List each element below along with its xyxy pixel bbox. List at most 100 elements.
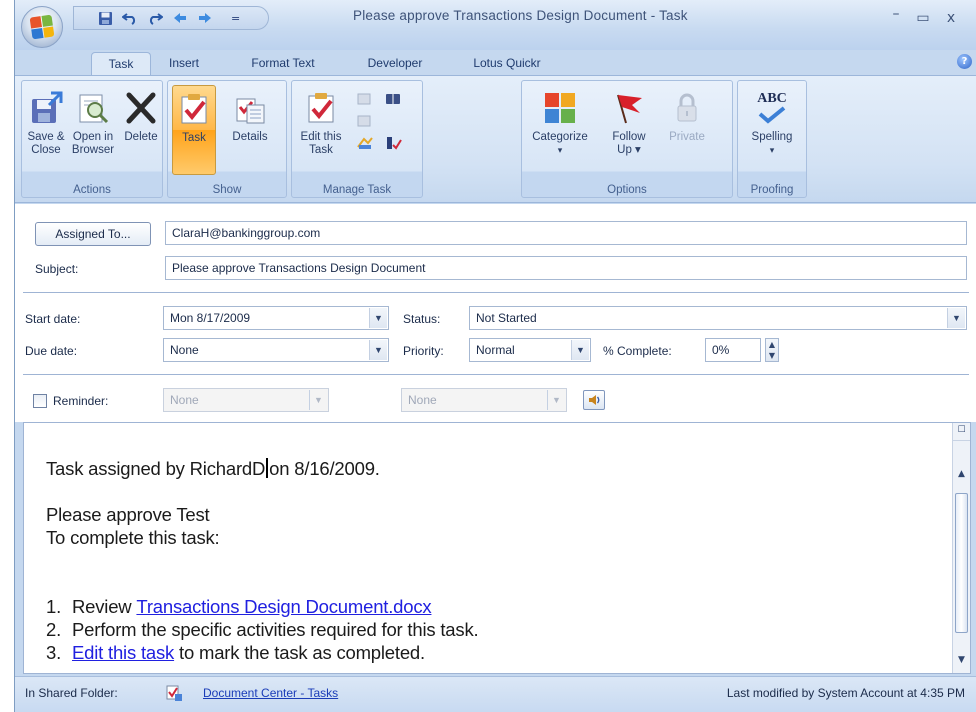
task-body-editor[interactable]: Task assigned by RichardD on 8/16/2009. P… xyxy=(23,422,971,674)
save-close-label-2: Close xyxy=(31,144,61,156)
save-close-button[interactable]: Save & Close xyxy=(24,85,68,175)
save-icon[interactable] xyxy=(96,10,114,26)
tab-lotus-quickr[interactable]: Lotus Quickr xyxy=(461,52,553,76)
assigned-to-button[interactable]: Assigned To... xyxy=(35,222,151,246)
start-date-value: Mon 8/17/2009 xyxy=(170,311,251,325)
sharepoint-list-icon xyxy=(165,684,183,702)
chevron-down-icon[interactable]: ▼ xyxy=(571,340,589,360)
categorize-button[interactable]: Categorize ▾ xyxy=(524,85,596,175)
priority-label: Priority: xyxy=(403,344,444,358)
step-number: 1. xyxy=(46,596,62,617)
edit-this-task-button[interactable]: Edit this Task xyxy=(296,85,346,175)
reminder-date-select[interactable]: None ▼ xyxy=(163,388,329,412)
task-form: Assigned To... ClaraH@bankinggroup.com S… xyxy=(15,204,976,422)
scroll-thumb[interactable] xyxy=(955,493,968,633)
maximize-button[interactable]: ▭ xyxy=(914,10,932,26)
chevron-down-icon[interactable]: ▼ xyxy=(547,390,565,410)
reminder-checkbox[interactable] xyxy=(33,394,47,408)
open-in-browser-button[interactable]: Open in Browser xyxy=(68,85,118,175)
undo-icon[interactable] xyxy=(121,10,139,26)
spelling-abc-text: ABC xyxy=(757,91,787,106)
reminder-date-value: None xyxy=(170,393,199,407)
step-text: Perform the specific activities required… xyxy=(72,619,479,640)
details-button[interactable]: Details xyxy=(220,85,280,175)
shared-folder-label: In Shared Folder: xyxy=(25,686,118,700)
subject-label: Subject: xyxy=(35,262,79,276)
tab-insert[interactable]: Insert xyxy=(155,52,213,76)
save-close-icon xyxy=(27,89,65,127)
assigned-to-field[interactable]: ClaraH@bankinggroup.com xyxy=(165,221,967,245)
chevron-down-icon[interactable]: ▼ xyxy=(947,308,965,328)
shared-folder-link[interactable]: Document Center - Tasks xyxy=(203,686,338,700)
spelling-icon: ABC xyxy=(753,89,791,127)
group-label-manage-task: Manage Task xyxy=(322,184,392,196)
mark-complete-icon[interactable] xyxy=(354,133,376,153)
document-link[interactable]: Transactions Design Document.docx xyxy=(136,595,431,618)
minimize-button[interactable]: – xyxy=(887,6,905,22)
office-button[interactable] xyxy=(21,6,63,48)
open-browser-label-1: Open in xyxy=(72,131,114,143)
categorize-dropdown-arrow: ▾ xyxy=(557,145,563,155)
customize-toolbar-button[interactable]: = xyxy=(231,12,240,25)
ruler-toggle-icon[interactable]: ☐ xyxy=(953,425,970,441)
task-view-button[interactable]: Task xyxy=(172,85,216,175)
edit-task-link[interactable]: Edit this task xyxy=(72,641,174,664)
previous-item-icon[interactable] xyxy=(171,10,189,26)
reminder-sound-button[interactable] xyxy=(583,390,605,410)
due-date-value: None xyxy=(170,343,199,357)
body-line-approve: Please approve Test xyxy=(46,504,210,525)
categorize-label: Categorize xyxy=(532,131,588,143)
task-icon xyxy=(175,90,213,128)
spelling-button[interactable]: ABC Spelling ▾ xyxy=(742,85,802,175)
quick-access-toolbar: = xyxy=(73,6,269,30)
check-names-icon[interactable] xyxy=(382,133,404,153)
group-label-options: Options xyxy=(607,184,647,196)
body-line-assigned-by: Task assigned by RichardD xyxy=(46,458,266,479)
vertical-scrollbar[interactable]: ☐ ▲ ▼ xyxy=(952,423,970,673)
subject-field[interactable]: Please approve Transactions Design Docum… xyxy=(165,256,967,280)
send-status-report-icon[interactable] xyxy=(354,111,376,131)
help-icon[interactable]: ? xyxy=(957,54,972,69)
tab-developer[interactable]: Developer xyxy=(355,52,435,76)
last-modified-text: Last modified by System Account at 4:35 … xyxy=(726,686,965,700)
address-book-icon[interactable] xyxy=(382,89,404,109)
follow-up-button[interactable]: Follow Up ▾ xyxy=(600,85,658,175)
due-date-field[interactable]: None ▼ xyxy=(163,338,389,362)
tab-task[interactable]: Task xyxy=(91,52,151,76)
priority-select[interactable]: Normal ▼ xyxy=(469,338,591,362)
reminder-time-value: None xyxy=(408,393,437,407)
reminder-time-select[interactable]: None ▼ xyxy=(401,388,567,412)
redo-icon[interactable] xyxy=(146,10,164,26)
title-bar: = Please approve Transactions Design Doc… xyxy=(15,0,976,50)
delete-button[interactable]: Delete xyxy=(120,85,162,175)
step-text: to mark the task as completed. xyxy=(174,642,425,663)
assign-task-icon[interactable] xyxy=(354,89,376,109)
private-label: Private xyxy=(669,131,705,143)
chevron-down-icon[interactable]: ▼ xyxy=(369,340,387,360)
scroll-down-arrow[interactable]: ▼ xyxy=(953,655,970,665)
percent-complete-spinner[interactable]: ▲ ▼ xyxy=(765,338,779,362)
list-item: 2. Perform the specific activities requi… xyxy=(46,618,479,641)
steps-list: 1. Review Transactions Design Document.d… xyxy=(46,595,479,664)
tab-format-text[interactable]: Format Text xyxy=(237,52,329,76)
task-window: = Please approve Transactions Design Doc… xyxy=(14,0,976,712)
next-item-icon[interactable] xyxy=(196,10,214,26)
percent-complete-field[interactable]: 0% xyxy=(705,338,761,362)
start-date-field[interactable]: Mon 8/17/2009 ▼ xyxy=(163,306,389,330)
follow-up-label-1: Follow xyxy=(612,131,646,143)
status-bar: In Shared Folder: Document Center - Task… xyxy=(15,676,976,712)
edit-task-label-2: Task xyxy=(309,144,333,156)
group-label-proofing: Proofing xyxy=(750,184,794,196)
group-actions: Save & Close Open in Browser Delete Acti… xyxy=(21,80,163,198)
scroll-up-arrow[interactable]: ▲ xyxy=(953,469,970,479)
body-line-instructions: To complete this task: xyxy=(46,527,220,548)
private-button[interactable]: Private xyxy=(662,85,712,175)
group-options: Categorize ▾ Follow Up ▾ Private Options xyxy=(521,80,733,198)
list-item: 1. Review Transactions Design Document.d… xyxy=(46,595,478,618)
close-button[interactable]: x xyxy=(942,10,960,26)
chevron-down-icon[interactable]: ▼ xyxy=(309,390,327,410)
body-line-assigned-date: on 8/16/2009. xyxy=(269,458,380,479)
status-select[interactable]: Not Started ▼ xyxy=(469,306,967,330)
chevron-down-icon[interactable]: ▼ xyxy=(369,308,387,328)
priority-value: Normal xyxy=(476,343,515,357)
